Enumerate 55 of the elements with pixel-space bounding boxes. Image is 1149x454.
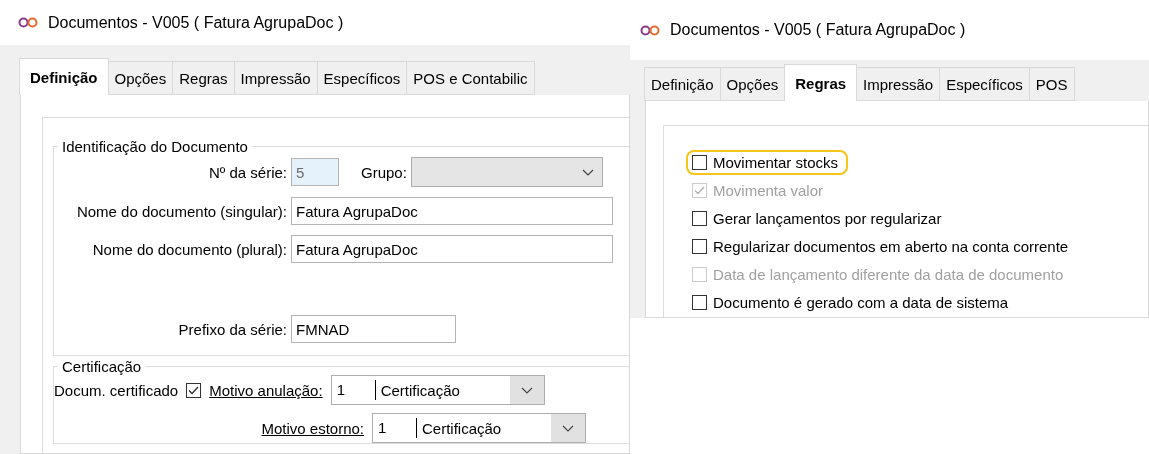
logo-icon [18,17,38,28]
chevron-down-icon [581,168,594,176]
chevron-down-icon [562,424,574,432]
tab[interactable]: Impressão [233,61,318,95]
reason-code: 1 [331,380,376,400]
checkmark-icon [694,186,705,195]
checkmark-icon [188,385,200,395]
tab[interactable]: Impressão [856,67,941,101]
tab[interactable]: Específicos [939,67,1030,101]
tab[interactable]: POS [1028,67,1075,101]
window-title: Documentos - V005 ( Fatura AgrupaDoc ) [48,13,344,32]
tab[interactable]: Regras [784,64,858,101]
group-legend: Certificação [58,358,146,375]
cancellation-reason-link[interactable]: Motivo anulação: [209,381,323,399]
reason-description: Certificação [379,381,461,399]
tab[interactable]: Específicos [316,61,408,95]
field-label: Prefixo da série: [177,320,287,338]
checkbox[interactable] [692,155,707,170]
reversal-reason-link[interactable]: Motivo estorno: [54,419,364,437]
checkbox-option[interactable]: Gerar lançamentos por regularizar [686,206,952,231]
reason-combobox[interactable]: 1 Certificação [330,375,545,405]
tab[interactable]: Definição [644,67,721,101]
tab[interactable]: Opções [107,61,174,95]
checkbox-label: Data de lançamento diferente da data de documento [713,266,1064,283]
checkbox-option[interactable]: Movimentar stocks [686,150,849,175]
window-title: Documentos - V005 ( Fatura AgrupaDoc ) [670,21,966,39]
chevron-down-icon [520,386,533,394]
field-label: Nº da série: [208,163,287,181]
checkbox-option[interactable]: Regularizar documentos em aberto na conta corrente [686,234,1079,259]
tab[interactable]: Opções [719,67,786,101]
checkbox-label: Gerar lançamentos por regularizar [713,210,942,227]
checkbox-label: Docum. certificado [54,381,179,399]
checkbox[interactable] [692,211,707,226]
field-label: Nome do documento (singular): [75,202,287,220]
tab[interactable]: Regras [172,61,235,95]
checkbox-option[interactable]: Documento é gerado com a data de sistema [686,290,1019,315]
checkbox-label: Documento é gerado com a data de sistema [713,294,1009,311]
checkbox-label: Movimentar stocks [713,154,839,171]
logo-icon [640,24,660,36]
field-label: Nome do documento (plural): [91,240,287,258]
reason-code: 1 [373,418,417,438]
checkbox[interactable] [692,239,707,254]
checkbox-label: Regularizar documentos em aberto na conta corrente [713,238,1069,255]
singular-name-field[interactable]: Fatura AgrupaDoc [291,197,613,225]
tab[interactable]: POS e Contabilic [406,61,535,95]
field-label: Grupo: [361,163,407,181]
tab[interactable]: Definição [19,58,109,95]
reason-combobox[interactable]: 1 Certificação [372,413,586,443]
checkbox[interactable] [692,295,707,310]
group-legend: Identificação do Documento [58,138,252,155]
series-prefix-field[interactable]: FMNAD [291,315,456,343]
reason-description: Certificação [421,419,503,437]
plural-name-field[interactable]: Fatura AgrupaDoc [291,235,613,263]
checkbox-label: Movimenta valor [713,182,824,199]
checkbox[interactable] [186,382,202,398]
